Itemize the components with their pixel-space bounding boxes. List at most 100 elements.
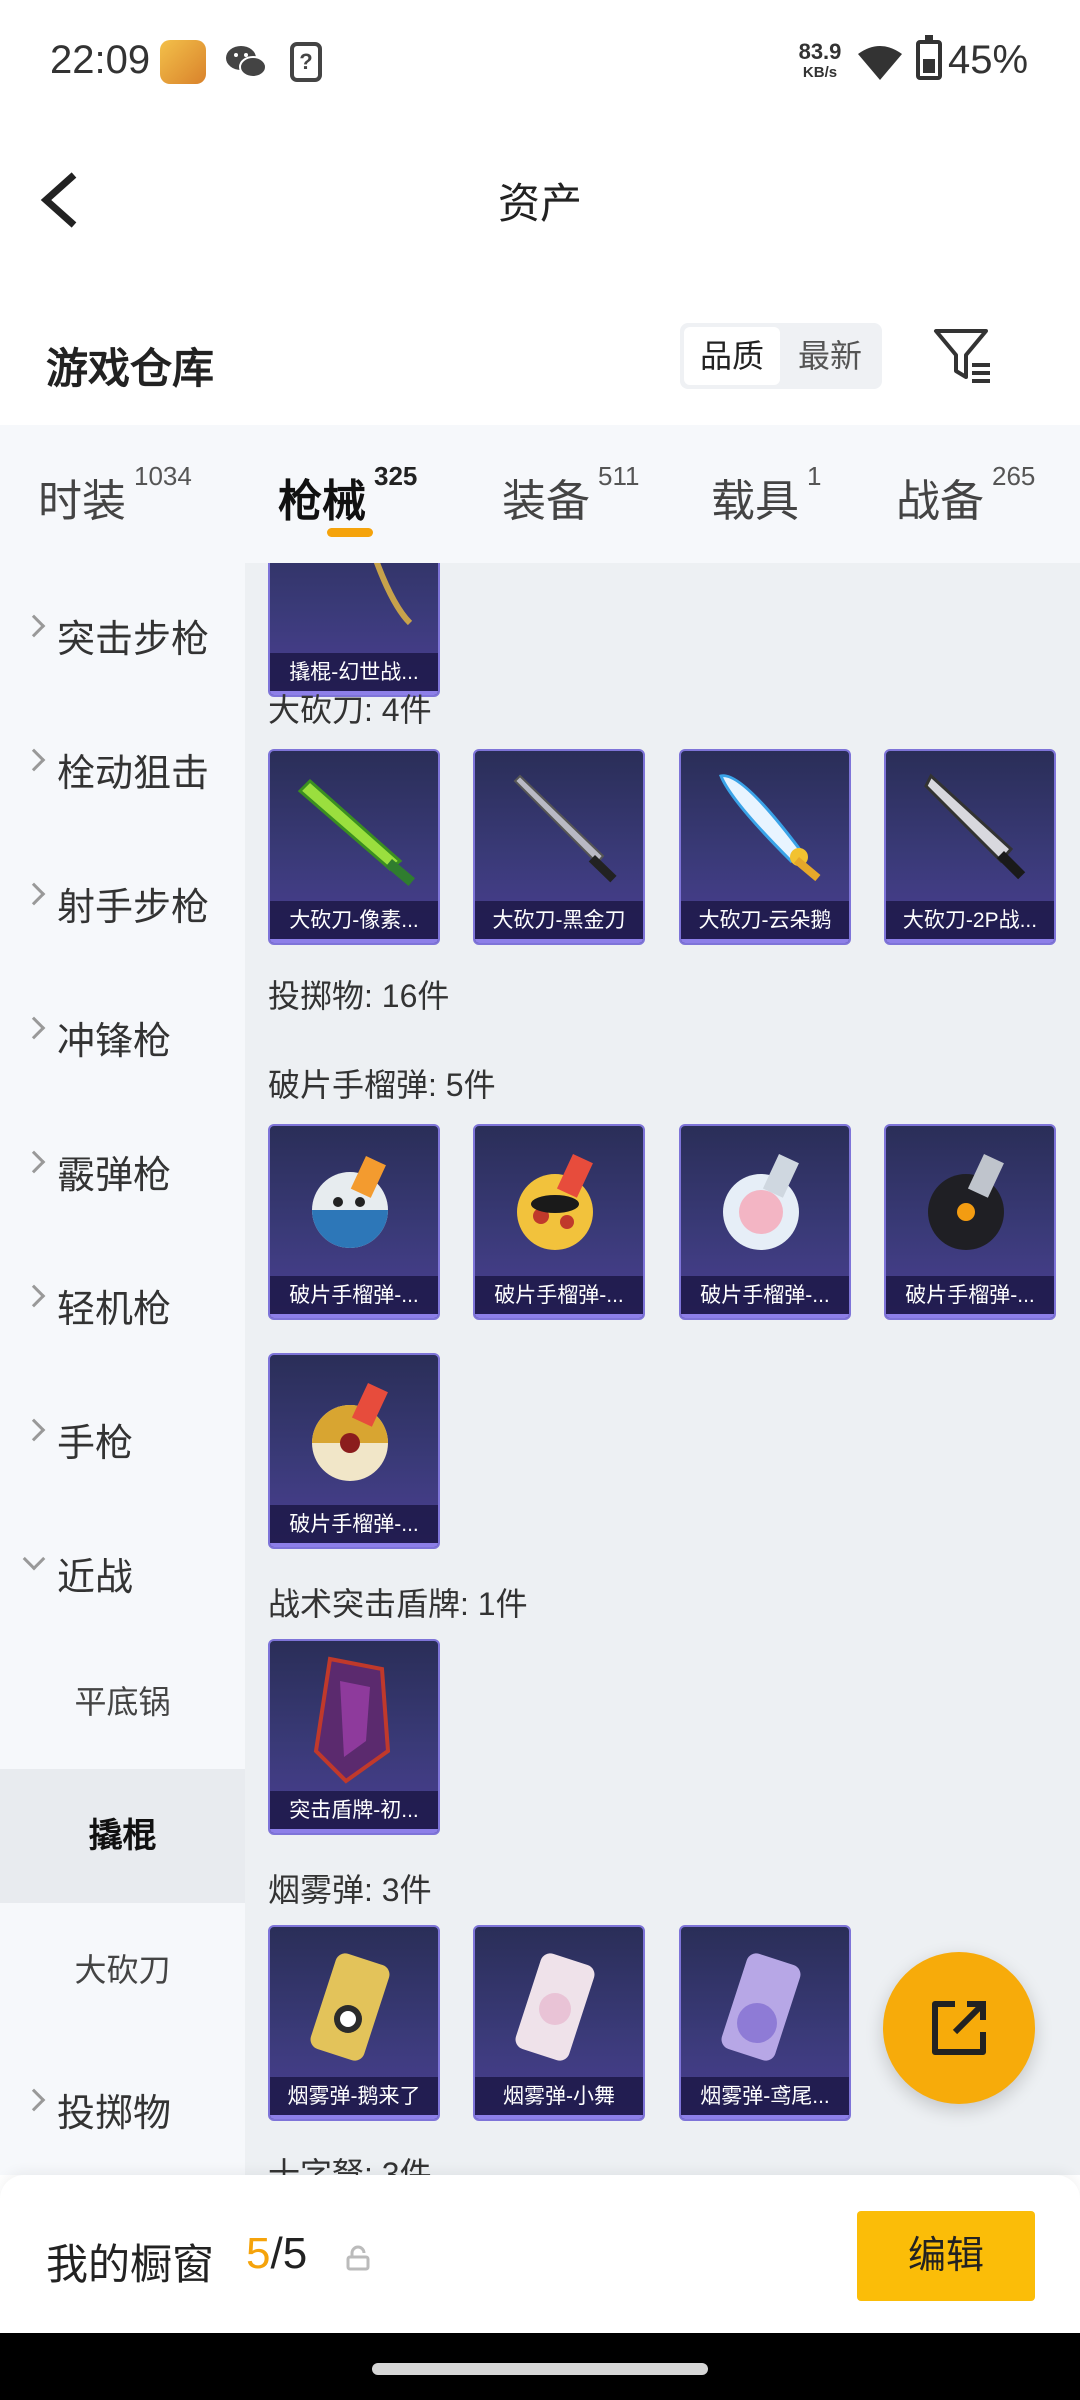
group-label: 烟雾弹: 3件 [268,1872,432,1908]
tab-supplies[interactable]: 战备 265 [896,461,1035,529]
tab-equipment[interactable]: 装备 511 [502,461,639,529]
item-card[interactable]: 突击盾牌-初... [268,1639,440,1835]
sidebar-item-label: 投掷物 [57,2093,172,2135]
sidebar-item-marksman-rifle[interactable]: 射手步枪 [0,831,245,965]
item-name: 破片手榴弹-... [475,1276,643,1318]
machete-image [513,774,617,883]
item-name: 破片手榴弹-... [886,1276,1054,1318]
sidebar-sub-machete[interactable]: 大砍刀 [0,1903,245,2037]
lock-icon [346,2245,370,2271]
grenade-image [517,1154,593,1250]
sidebar-item-throwables[interactable]: 投掷物 [0,2037,245,2171]
battery-icon [916,35,942,80]
tab-count: 265 [992,461,1036,491]
home-gesture-handle[interactable] [372,2363,708,2375]
item-card[interactable]: 破片手榴弹-... [884,1124,1056,1320]
item-name: 大砍刀-云朵鹅 [681,901,849,943]
wechat-icon [226,46,267,78]
sort-toggle: 品质 最新 [680,323,882,389]
battery-percent: 45% [948,38,1029,82]
grenade-image [312,1383,388,1481]
sidebar-item-smg[interactable]: 冲锋枪 [0,965,245,1099]
item-card[interactable]: 破片手榴弹-... [473,1124,645,1320]
showcase-bar: 我的橱窗 5/5 编辑 [0,2175,1080,2333]
chevron-down-icon [22,1547,46,1571]
sidebar-item-shotgun[interactable]: 霰弹枪 [0,1099,245,1233]
tab-count: 511 [598,461,640,491]
item-card[interactable]: 烟雾弹-鸢尾... [679,1925,851,2121]
showcase-count-total: /5 [270,2229,308,2278]
item-card[interactable]: 破片手榴弹-... [268,1353,440,1549]
item-grid: 撬棍-幻世战... 大砍刀: 4件 大砍刀-像素... 大砍刀-黑金刀 大砍刀-… [245,563,1080,2175]
showcase-title: 我的橱窗 [46,2241,215,2288]
item-card[interactable]: 大砍刀-2P战... [884,749,1056,945]
smoke-grenade-image [310,1953,390,2061]
showcase-count-current: 5 [246,2229,271,2278]
sidebar-sub-crowbar[interactable]: 撬棍 [0,1769,245,1903]
notification-icon: ? [290,42,322,82]
chevron-right-icon [22,1284,46,1308]
machete-image [297,778,415,886]
status-bar: 22:09 ? 83.9 KB/s 45% [0,0,1080,125]
page-title: 资产 [497,180,582,227]
tab-firearms[interactable]: 枪械 325 [278,461,417,529]
item-name: 破片手榴弹-... [270,1505,438,1547]
item-card[interactable]: 大砍刀-云朵鹅 [679,749,851,945]
tab-fashion[interactable]: 时装 1034 [38,461,192,529]
network-speed: 83.9 KB/s [795,40,845,82]
edit-button[interactable]: 编辑 [857,2211,1035,2301]
chevron-right-icon [22,2088,46,2112]
tab-label: 时装 [38,477,126,526]
sidebar-item-label: 射手步枪 [57,887,210,929]
item-card[interactable]: 大砍刀-黑金刀 [473,749,645,945]
weapon-type-sidebar: 突击步枪 栓动狙击 射手步枪 冲锋枪 霰弹枪 轻机枪 手枪 近战 平底锅 撬棍 … [0,563,245,2175]
machete-image [924,773,1026,880]
tab-vehicles[interactable]: 载具 1 [711,461,821,529]
warehouse-title: 游戏仓库 [46,345,215,392]
item-name: 烟雾弹-鸢尾... [681,2077,849,2119]
item-card[interactable]: 大砍刀-像素... [268,749,440,945]
filter-icon[interactable] [932,325,994,385]
item-name: 大砍刀-黑金刀 [475,901,643,943]
item-name: 突击盾牌-初... [270,1791,438,1833]
grenade-image [723,1154,799,1250]
item-name: 破片手榴弹-... [681,1276,849,1318]
item-name: 烟雾弹-鹅来了 [270,2077,438,2119]
item-card[interactable]: 破片手榴弹-... [679,1124,851,1320]
item-name: 大砍刀-像素... [270,901,438,943]
item-card[interactable]: 撬棍-幻世战... [268,563,440,697]
sort-newest-button[interactable]: 最新 [782,327,878,385]
item-card[interactable]: 破片手榴弹-... [268,1124,440,1320]
network-speed-unit: KB/s [802,64,838,81]
machete-image [718,774,821,882]
group-label: 战术突击盾牌: 1件 [268,1586,528,1622]
group-label: 投掷物: 16件 [268,978,450,1014]
sort-quality-button[interactable]: 品质 [684,327,780,385]
crowbar-image [373,563,413,626]
tab-label: 战备 [896,477,984,526]
sidebar-item-pistol[interactable]: 手枪 [0,1367,245,1501]
battery-level-fill [923,58,935,73]
sidebar-item-label: 近战 [57,1557,134,1599]
chevron-right-icon [22,1016,46,1040]
network-speed-value: 83.9 [798,39,842,64]
sidebar-item-assault-rifle[interactable]: 突击步枪 [0,563,245,697]
sidebar-item-melee[interactable]: 近战 [0,1501,245,1635]
sidebar-item-lmg[interactable]: 轻机枪 [0,1233,245,1367]
item-name: 破片手榴弹-... [270,1276,438,1318]
item-card[interactable]: 烟雾弹-小舞 [473,1925,645,2121]
sidebar-item-label: 冲锋枪 [57,1021,172,1063]
sidebar-sub-pan[interactable]: 平底锅 [0,1635,245,1769]
sidebar-item-bolt-sniper[interactable]: 栓动狙击 [0,697,245,831]
item-name: 大砍刀-2P战... [886,901,1054,943]
sidebar-item-label: 霰弹枪 [57,1155,172,1197]
status-time: 22:09 [50,38,151,82]
share-button[interactable] [883,1952,1035,2104]
wifi-icon [858,46,902,80]
sidebar-item-label: 轻机枪 [57,1289,172,1331]
group-label: 大砍刀: 4件 [268,692,432,728]
grenade-image [928,1154,1004,1250]
game-app-icon [160,40,206,84]
app-header: 资产 [0,125,1080,265]
item-card[interactable]: 烟雾弹-鹅来了 [268,1925,440,2121]
